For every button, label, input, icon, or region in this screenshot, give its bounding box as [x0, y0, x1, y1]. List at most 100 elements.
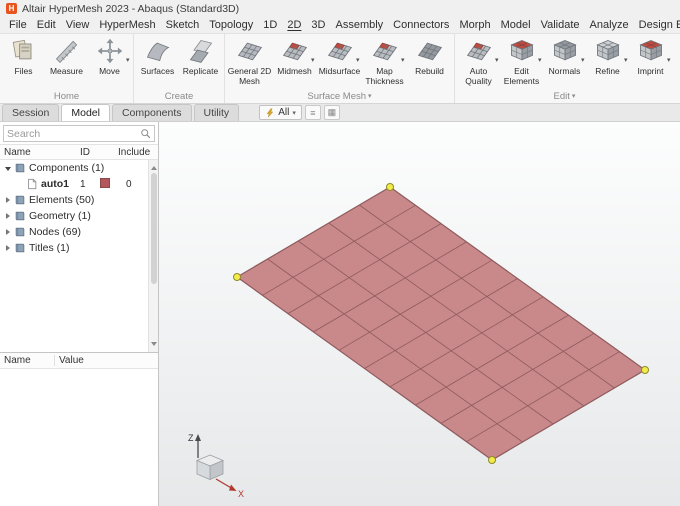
tab-model[interactable]: Model — [61, 104, 110, 121]
menu-assembly[interactable]: Assembly — [330, 18, 388, 32]
menu-view[interactable]: View — [61, 18, 95, 32]
auto-quality-icon — [465, 37, 493, 65]
normals-button[interactable]: ▾ Normals — [543, 36, 586, 89]
elements-expander-icon[interactable] — [3, 197, 13, 203]
column-color[interactable] — [100, 147, 118, 157]
menu-1d[interactable]: 1D — [258, 18, 282, 32]
menu-file[interactable]: File — [4, 18, 32, 32]
map-thickness-dropdown-icon[interactable]: ▾ — [401, 57, 405, 64]
menu-topology[interactable]: Topology — [204, 18, 258, 32]
menu-sketch[interactable]: Sketch — [161, 18, 205, 32]
tree-row-titles[interactable]: Titles (1) — [0, 240, 158, 256]
midmesh-button[interactable]: ▾ Midmesh — [272, 36, 317, 89]
imprint-button[interactable]: ▾ Imprint — [629, 36, 672, 89]
elements-label: Elements (50) — [29, 194, 158, 206]
component-page-icon — [26, 178, 38, 190]
lightning-icon — [265, 108, 275, 118]
titles-expander-icon[interactable] — [3, 245, 13, 251]
ribbon-group-surface-mesh: General 2D Mesh ▾ Midmesh ▾ Midsurface ▾… — [225, 34, 455, 103]
menu-connectors[interactable]: Connectors — [388, 18, 454, 32]
map-thickness-button[interactable]: ▾ Map Thickness — [362, 36, 407, 89]
surfaces-button[interactable]: Surfaces — [136, 36, 179, 89]
tab-session[interactable]: Session — [2, 104, 59, 121]
menu-design-explorer[interactable]: Design Explorer — [634, 18, 680, 32]
scroll-thumb[interactable] — [151, 173, 157, 284]
imprint-dropdown-icon[interactable]: ▾ — [667, 57, 671, 64]
tree-scrollbar[interactable] — [148, 160, 158, 352]
midsurface-dropdown-icon[interactable]: ▾ — [356, 57, 360, 64]
property-value-header[interactable]: Value — [55, 355, 158, 366]
files-button[interactable]: Files — [2, 36, 45, 89]
ribbon-group-home-label: Home — [2, 89, 131, 103]
auto1-color-swatch[interactable] — [100, 178, 110, 188]
view-triad[interactable]: Z X — [175, 428, 247, 500]
surface-mesh-group-dropdown-icon: ▾ — [368, 92, 372, 100]
search-input[interactable] — [7, 128, 140, 140]
column-include[interactable]: Include — [118, 147, 158, 158]
replicate-button[interactable]: Replicate — [179, 36, 222, 89]
rebuild-label: Rebuild — [415, 67, 444, 77]
refine-button[interactable]: ▾ Refine — [586, 36, 629, 89]
auto-quality-dropdown-icon[interactable]: ▾ — [495, 57, 499, 64]
ribbon-group-create-label: Create — [136, 89, 222, 103]
menu-3d[interactable]: 3D — [306, 18, 330, 32]
column-name[interactable]: Name — [4, 147, 80, 158]
edit-elements-button[interactable]: ▾ Edit Elements — [500, 36, 543, 89]
orientation-cube-icon[interactable] — [197, 455, 223, 480]
tree-row-nodes[interactable]: Nodes (69) — [0, 224, 158, 240]
edit-elements-dropdown-icon[interactable]: ▾ — [538, 57, 542, 64]
scroll-up-icon[interactable] — [151, 163, 157, 170]
scroll-down-icon[interactable] — [151, 342, 157, 349]
show-hide-button[interactable]: ≡ — [305, 105, 321, 120]
refine-dropdown-icon[interactable]: ▾ — [624, 57, 628, 64]
entity-filter-dropdown[interactable]: All ▾ — [259, 105, 302, 120]
menu-hypermesh[interactable]: HyperMesh — [94, 18, 160, 32]
nodes-expander-icon[interactable] — [3, 229, 13, 235]
color-wheel-icon — [100, 147, 110, 157]
measure-label: Measure — [50, 67, 83, 77]
ribbon-group-edit-label[interactable]: Edit▾ — [457, 89, 672, 103]
rebuild-button[interactable]: Rebuild — [407, 36, 452, 89]
general-2d-mesh-button[interactable]: General 2D Mesh — [227, 36, 272, 89]
tree-row-components[interactable]: Components (1) — [0, 160, 158, 176]
normals-label: Normals — [549, 67, 581, 77]
midmesh-dropdown-icon[interactable]: ▾ — [311, 57, 315, 64]
ribbon-group-create: Surfaces Replicate Create — [134, 34, 225, 103]
ribbon-group-surface-mesh-label[interactable]: Surface Mesh▾ — [227, 89, 452, 103]
isolate-button[interactable]: ▦ — [324, 105, 340, 120]
normals-dropdown-icon[interactable]: ▾ — [581, 57, 585, 64]
auto-quality-button[interactable]: ▾ Auto Quality — [457, 36, 500, 89]
tree-row-elements[interactable]: Elements (50) — [0, 192, 158, 208]
move-button[interactable]: ▾ Move — [88, 36, 131, 89]
refine-icon — [594, 37, 622, 65]
replicate-icon — [187, 37, 215, 65]
measure-button[interactable]: Measure — [45, 36, 88, 89]
property-name-header[interactable]: Name — [0, 355, 55, 366]
tab-utility[interactable]: Utility — [194, 104, 240, 121]
general-2d-mesh-label: General 2D Mesh — [227, 67, 272, 87]
components-expander-icon[interactable] — [3, 163, 13, 174]
files-label: Files — [15, 67, 33, 77]
tree-row-auto1[interactable]: auto1 1 0 — [0, 176, 158, 192]
geometry-expander-icon[interactable] — [3, 213, 13, 219]
tree-area: Components (1) auto1 1 0 Elements (50) G… — [0, 160, 158, 352]
tab-components[interactable]: Components — [112, 104, 192, 121]
menu-model[interactable]: Model — [496, 18, 536, 32]
column-id[interactable]: ID — [80, 147, 100, 158]
menu-2d[interactable]: 2D — [282, 18, 306, 32]
entity-toolbar: All ▾ ≡ ▦ — [259, 105, 340, 121]
map-thickness-icon — [371, 37, 399, 65]
measure-icon — [53, 37, 81, 65]
menu-validate[interactable]: Validate — [536, 18, 585, 32]
midmesh-label: Midmesh — [277, 67, 311, 77]
move-dropdown-icon[interactable]: ▾ — [126, 57, 130, 64]
menu-analyze[interactable]: Analyze — [585, 18, 634, 32]
geometry-label: Geometry (1) — [29, 210, 158, 222]
move-label: Move — [99, 67, 120, 77]
tree-row-geometry[interactable]: Geometry (1) — [0, 208, 158, 224]
menu-edit[interactable]: Edit — [32, 18, 61, 32]
midsurface-button[interactable]: ▾ Midsurface — [317, 36, 362, 89]
menu-morph[interactable]: Morph — [454, 18, 495, 32]
viewport[interactable]: Z X — [159, 122, 680, 506]
search-icon — [140, 128, 151, 139]
